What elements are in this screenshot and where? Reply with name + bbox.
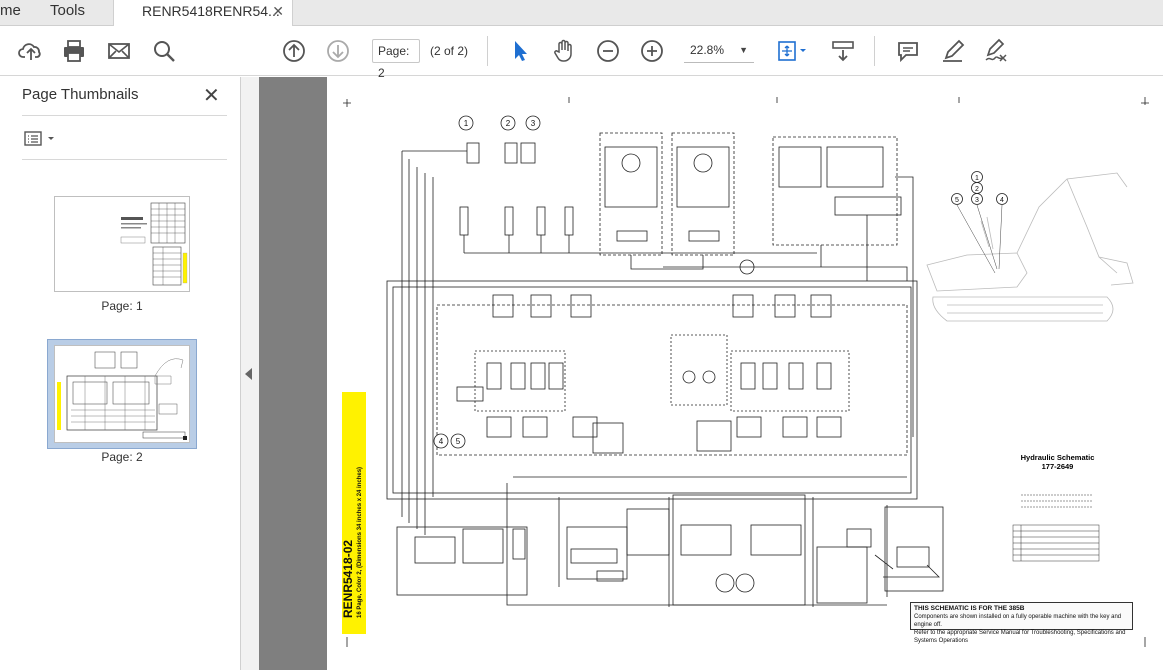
schematic-title: Hydraulic Schematic [1020,453,1095,462]
comment-icon[interactable] [895,38,921,64]
schematic-title-block: Hydraulic Schematic 177-2649 [1010,453,1105,471]
scroll-mode-icon[interactable] [830,38,856,64]
document-page[interactable]: 1 2 3 4 5 1 2 3 5 4 RENR5418-02 16 Page, Color… [327,77,1163,670]
note-line-3: Refer to the appropriate Service Manual … [914,630,1126,644]
thumbnails-panel: Page Thumbnails ✕ Page: 1 Page: 2 [0,77,241,670]
page-2-preview [57,351,187,440]
page-count: (2 of 2) [430,44,469,58]
page-number-input[interactable]: Page: 2 [372,39,420,80]
panel-title: Page Thumbnails [22,86,139,103]
list-options-icon [24,131,54,146]
cursor-arrow-icon[interactable] [507,38,533,64]
tab-document-label: RENR5418RENR54... [142,3,280,19]
note-line-1: THIS SCHEMATIC IS FOR THE 385B [914,605,1025,612]
hand-icon[interactable] [551,38,577,64]
svg-text:4: 4 [439,437,444,446]
svg-text:2: 2 [975,186,979,193]
svg-text:5: 5 [456,437,461,446]
document-id-banner: RENR5418-02 16 Page, Color 2, (Dimension… [341,392,366,634]
toolbar-divider [487,36,488,66]
document-code: RENR5418-02 [341,539,355,618]
collapse-arrow-icon[interactable] [245,368,252,380]
arrow-down-circle-icon[interactable] [325,38,351,64]
toolbar-divider [874,36,875,66]
svg-text:5: 5 [955,197,959,204]
divider [22,115,227,116]
upload-cloud-icon[interactable] [18,38,44,64]
svg-text:3: 3 [975,197,979,204]
page-thumbnail-1[interactable] [54,196,190,292]
fit-page-icon[interactable] [776,38,812,64]
thumbnail-label: Page: 2 [101,450,143,464]
plus-circle-icon[interactable] [639,38,665,64]
close-icon[interactable]: ✕ [203,83,220,108]
pen-icon[interactable] [940,38,966,64]
note-line-2: Components are shown installed on a full… [914,614,1122,628]
arrow-up-circle-icon[interactable] [281,38,307,64]
svg-text:2: 2 [506,119,511,128]
chevron-down-icon: ▼ [739,45,748,55]
minus-circle-icon[interactable] [595,38,621,64]
close-tab-icon[interactable]: ✕ [272,0,284,22]
svg-text:1: 1 [975,175,979,182]
hydraulic-schematic-drawing: 1 2 3 4 5 1 2 3 5 4 [343,97,1149,647]
tab-document[interactable]: RENR5418RENR54... ✕ [113,0,293,27]
page-1-preview [120,202,188,286]
schematic-number: 177-2649 [1041,462,1074,471]
divider [22,159,227,160]
zoom-select[interactable]: 22.8% ▼ [684,39,754,63]
printer-icon[interactable] [61,38,87,64]
envelope-icon[interactable] [106,38,132,64]
thumbnail-options-button[interactable] [24,129,56,149]
schematic-note-box: THIS SCHEMATIC IS FOR THE 385B Component… [910,602,1133,644]
svg-text:1: 1 [464,119,469,128]
page-thumbnail-2[interactable] [54,345,190,443]
tab-bar: me Tools RENR5418RENR54... ✕ [0,0,1163,27]
svg-text:3: 3 [531,119,536,128]
zoom-value: 22.8% [690,43,725,57]
sign-icon[interactable] [983,38,1009,64]
tab-home[interactable]: me [0,0,32,26]
svg-text:4: 4 [1000,197,1004,204]
toolbar: Page: 2 (2 of 2) 22.8% ▼ [0,26,1163,80]
tab-tools[interactable]: Tools [50,0,110,26]
thumbnail-label: Page: 1 [101,299,143,313]
magnifier-icon[interactable] [151,38,177,64]
document-subtitle: 16 Page, Color 2, (Dimensions 34 inches … [357,466,363,618]
